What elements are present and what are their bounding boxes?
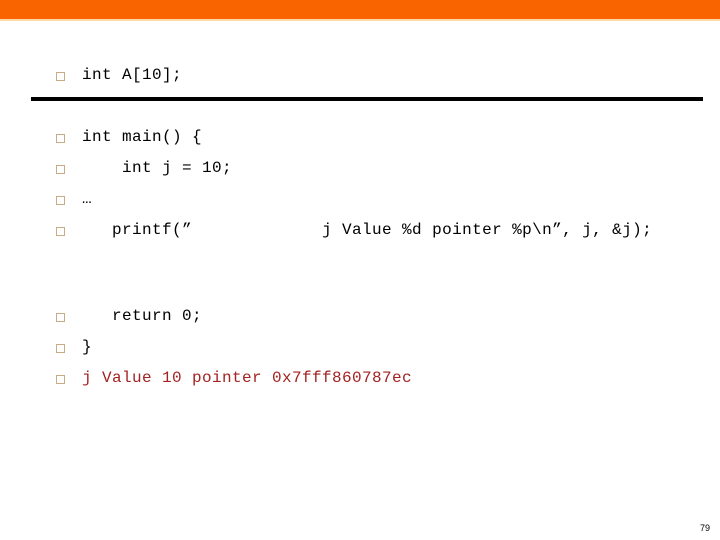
slide-content: int A[10]; int main() { int j = 10; … pr… (0, 21, 720, 540)
code-line-return: return 0; (56, 305, 202, 328)
program-output-text: j Value 10 pointer 0x7fff860787ec (82, 369, 413, 387)
code-text: int main() { (82, 128, 203, 146)
code-text: printf(” j Value %d pointer %p\n”, j, &j… (82, 221, 653, 239)
code-line-printf: printf(” j Value %d pointer %p\n”, j, &j… (56, 219, 692, 242)
code-text: return 0; (82, 307, 203, 325)
code-line-main-signature: int main() { (56, 126, 202, 149)
code-text: } (82, 338, 93, 356)
code-line-ellipsis: … (56, 188, 92, 211)
slide-canvas: int A[10]; int main() { int j = 10; … pr… (0, 0, 720, 540)
code-text: int A[10]; (82, 66, 183, 84)
square-bullet-icon (56, 165, 65, 174)
code-text: int j = 10; (82, 159, 233, 177)
code-line-declaration: int A[10]; (56, 64, 182, 87)
horizontal-divider (31, 97, 703, 101)
square-bullet-icon (56, 227, 65, 236)
code-line-closing-brace: } (56, 336, 92, 359)
code-text: … (82, 190, 93, 208)
square-bullet-icon (56, 134, 65, 143)
code-line-int-j-declaration: int j = 10; (56, 157, 232, 180)
square-bullet-icon (56, 196, 65, 205)
page-number: 79 (699, 523, 710, 533)
square-bullet-icon (56, 313, 65, 322)
square-bullet-icon (56, 375, 65, 384)
slide-header-band (0, 0, 720, 19)
code-line-program-output: j Value 10 pointer 0x7fff860787ec (56, 367, 412, 390)
square-bullet-icon (56, 344, 65, 353)
square-bullet-icon (56, 72, 65, 81)
